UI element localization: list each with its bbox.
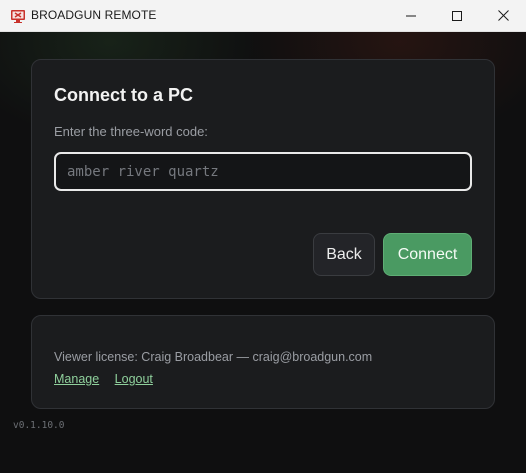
page-title: Connect to a PC [54,85,194,105]
license-info: Viewer license: Craig Broadbear — craig@… [54,350,373,364]
window-title: BROADGUN REMOTE [31,8,157,22]
connect-card: Connect to a PC Enter the three-word cod… [31,59,495,299]
minimize-icon [406,15,416,16]
monitor-remote-icon [11,10,25,23]
connect-button[interactable]: Connect [383,233,472,276]
app-window: BROADGUN REMOTE Connect to a PC Enter th… [0,0,526,473]
code-label: Enter the three-word code: [54,124,208,139]
maximize-icon [452,10,462,21]
logout-link[interactable]: Logout [115,372,153,386]
license-card: Viewer license: Craig Broadbear — craig@… [31,315,495,409]
manage-link[interactable]: Manage [54,372,99,386]
close-icon [497,10,509,21]
close-button[interactable] [480,0,526,31]
minimize-button[interactable] [388,0,434,31]
license-links: Manage Logout [54,372,165,386]
maximize-button[interactable] [434,0,480,31]
main-content: Connect to a PC Enter the three-word cod… [0,32,526,473]
version-label: v0.1.10.0 [13,420,65,431]
code-input[interactable] [54,152,472,191]
title-bar[interactable]: BROADGUN REMOTE [0,0,526,32]
back-button[interactable]: Back [313,233,375,276]
